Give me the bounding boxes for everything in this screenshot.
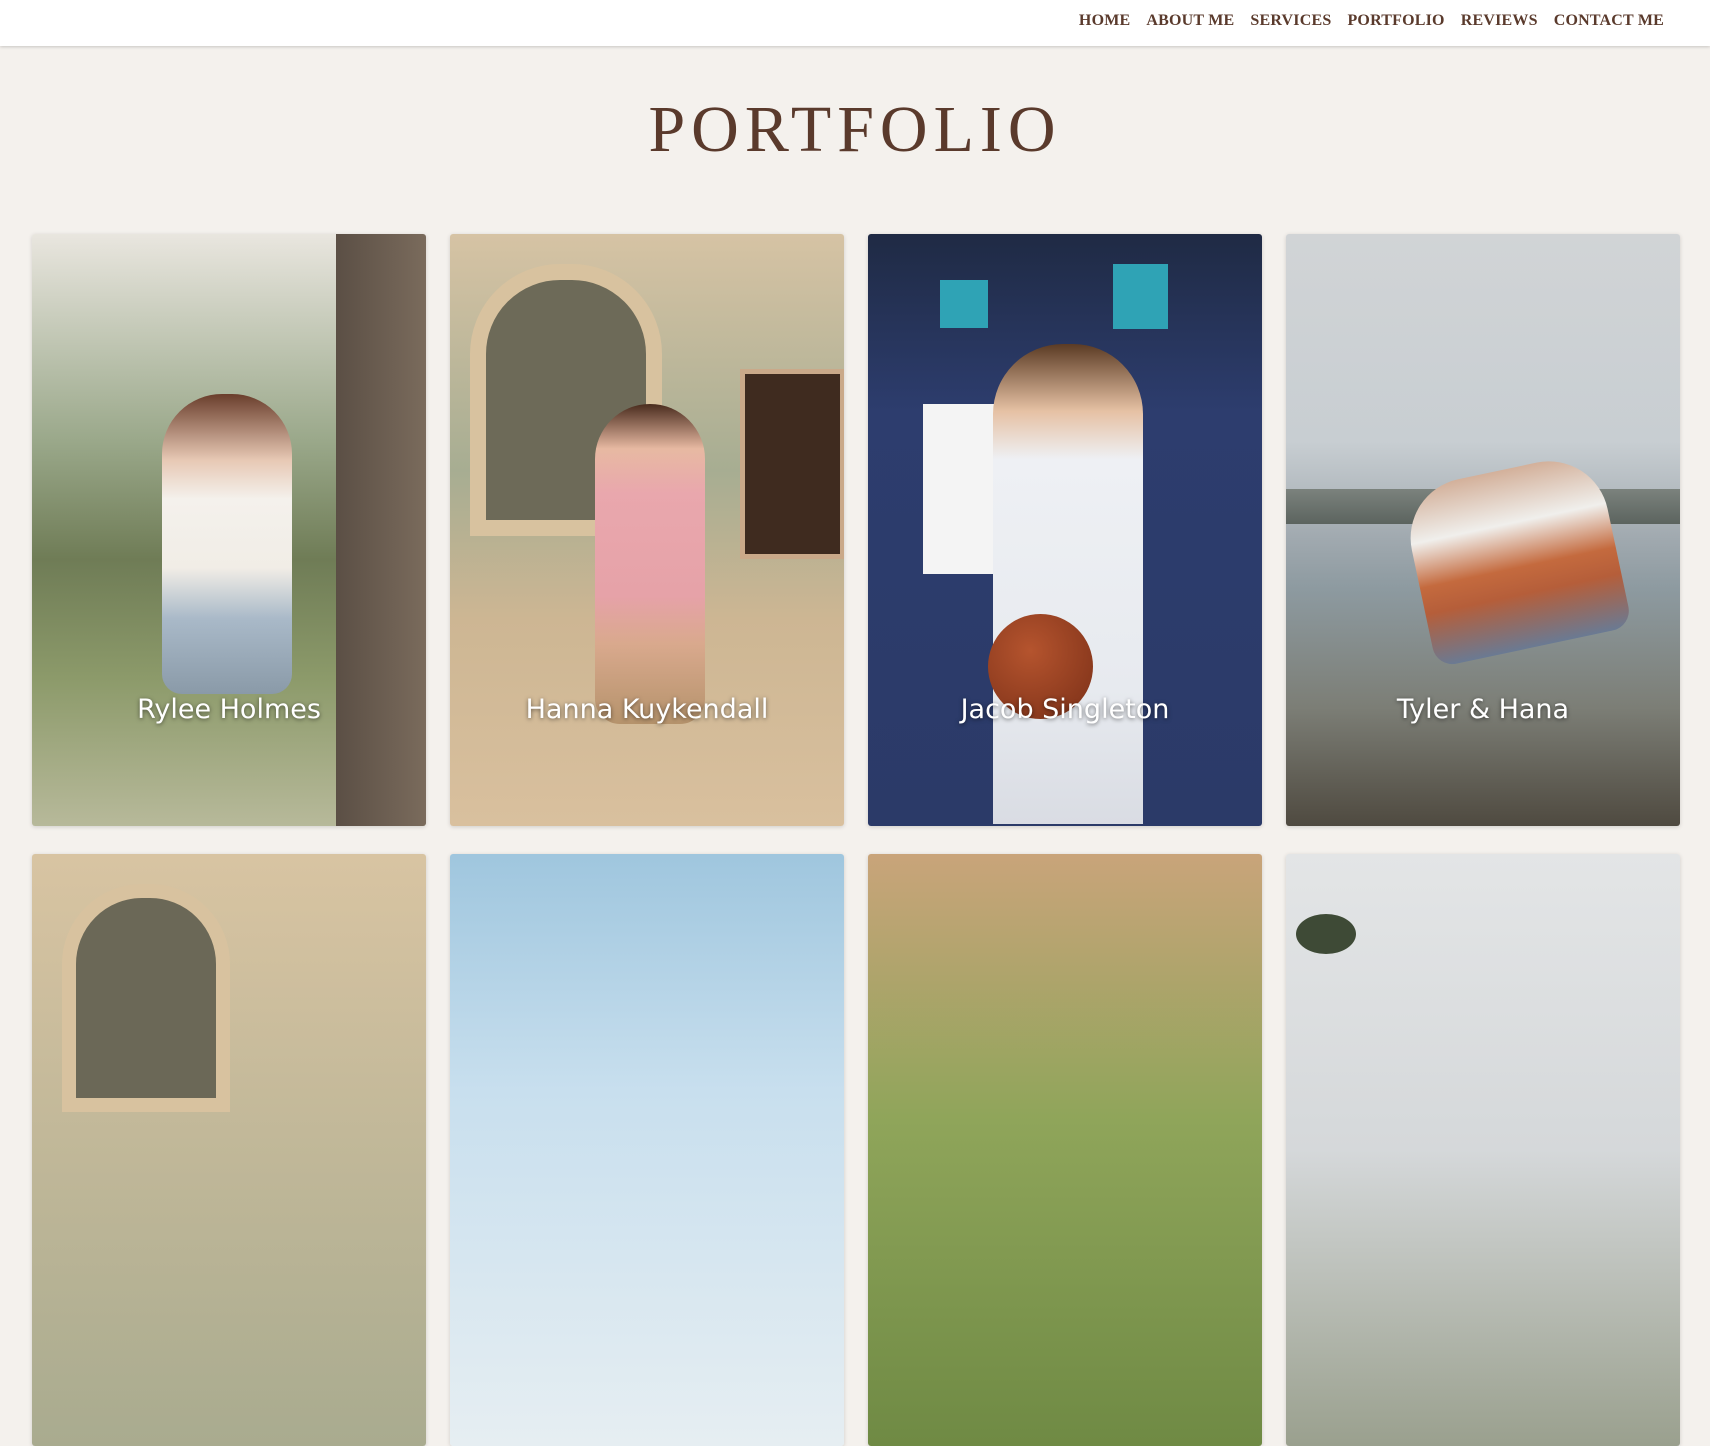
portfolio-card-label: Jacob Singleton	[960, 694, 1170, 725]
portfolio-card[interactable]	[450, 854, 844, 1446]
portfolio-photo	[32, 854, 426, 1446]
photo-detail	[62, 884, 230, 1112]
nav-home[interactable]: HOME	[1079, 12, 1130, 30]
portfolio-card-label: Hanna Kuykendall	[525, 694, 769, 725]
photo-detail	[740, 369, 844, 559]
page-title: PORTFOLIO	[648, 93, 1062, 166]
portfolio-photo	[32, 234, 426, 826]
portfolio-photo	[868, 234, 1262, 826]
portfolio-card-jacob-singleton[interactable]: Jacob Singleton	[868, 234, 1262, 826]
portfolio-card-label: Tyler & Hana	[1396, 694, 1570, 725]
photo-subject	[993, 344, 1143, 824]
nav-about-me[interactable]: ABOUT ME	[1146, 12, 1234, 30]
nav-services[interactable]: SERVICES	[1250, 12, 1331, 30]
portfolio-card[interactable]	[32, 854, 426, 1446]
site-header: HOME ABOUT ME SERVICES PORTFOLIO REVIEWS…	[0, 0, 1710, 46]
nav-contact-me[interactable]: CONTACT ME	[1554, 12, 1664, 30]
photo-detail	[940, 280, 988, 328]
nav-portfolio[interactable]: PORTFOLIO	[1347, 12, 1444, 30]
portfolio-card[interactable]	[868, 854, 1262, 1446]
portfolio-card[interactable]	[1286, 854, 1680, 1446]
portfolio-card-tyler-hana[interactable]: Tyler & Hana	[1286, 234, 1680, 826]
portfolio-photo	[450, 234, 844, 826]
photo-detail	[1296, 914, 1356, 954]
portfolio-photo	[1286, 854, 1680, 1446]
portfolio-photo	[450, 854, 844, 1446]
portfolio-card-rylee-holmes[interactable]: Rylee Holmes	[32, 234, 426, 826]
main-nav: HOME ABOUT ME SERVICES PORTFOLIO REVIEWS…	[1079, 12, 1664, 30]
portfolio-photo	[868, 854, 1262, 1446]
photo-subject	[1399, 450, 1633, 668]
portfolio-card-hanna-kuykendall[interactable]: Hanna Kuykendall	[450, 234, 844, 826]
portfolio-grid: Rylee Holmes Hanna Kuykendall Jacob Sing…	[32, 234, 1680, 1446]
photo-subject	[595, 404, 705, 724]
photo-detail	[336, 234, 426, 826]
nav-reviews[interactable]: REVIEWS	[1461, 12, 1538, 30]
portfolio-card-label: Rylee Holmes	[137, 694, 321, 725]
photo-subject	[162, 394, 292, 694]
photo-detail	[1113, 264, 1168, 329]
portfolio-photo	[1286, 234, 1680, 826]
